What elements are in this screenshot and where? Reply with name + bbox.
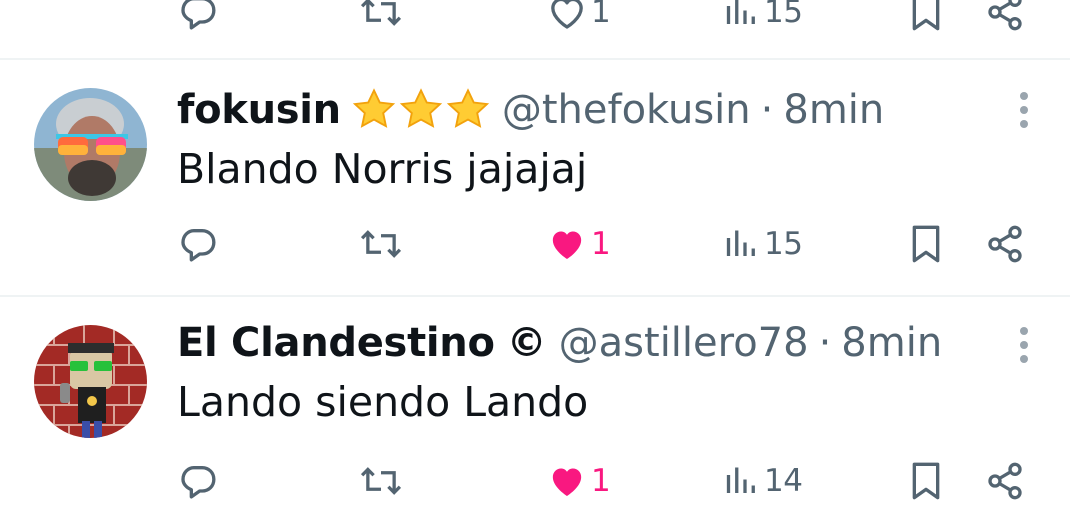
bookmark-icon — [912, 0, 940, 31]
tweet[interactable]: fokusin @thefokusin · 8min Blando Norris… — [0, 60, 1070, 296]
views-icon — [726, 467, 755, 493]
heart-filled-icon — [552, 231, 582, 259]
tweet[interactable]: El Clandestino © @astillero78 · 8min Lan… — [0, 297, 1070, 511]
tweet-header: fokusin @thefokusin · 8min — [177, 80, 884, 140]
like-count: 1 — [591, 225, 611, 262]
retweet-button[interactable] — [358, 451, 404, 511]
avatar-image — [34, 325, 147, 438]
share-button[interactable] — [985, 214, 1025, 274]
timestamp[interactable]: 8min — [783, 87, 884, 133]
bookmark-button[interactable] — [908, 451, 944, 511]
reply-button[interactable] — [178, 214, 218, 274]
bookmark-button[interactable] — [908, 214, 944, 274]
reply-button[interactable] — [178, 0, 218, 42]
views-button[interactable]: 15 — [724, 214, 803, 274]
retweet-icon — [360, 0, 402, 26]
tweet-text: Blando Norris jajajaj — [177, 145, 588, 193]
share-button[interactable] — [985, 0, 1025, 42]
reply-icon — [181, 466, 216, 499]
views-button[interactable]: 14 — [724, 451, 803, 511]
user-handle[interactable]: @astillero78 — [559, 320, 809, 366]
name-suffix: © — [506, 320, 547, 366]
more-vertical-icon — [1020, 92, 1028, 100]
view-count: 15 — [764, 225, 803, 262]
display-name[interactable]: El Clandestino — [177, 320, 495, 366]
retweet-button[interactable] — [358, 0, 404, 42]
more-dot — [1020, 106, 1028, 114]
views-button[interactable]: 15 — [724, 0, 803, 42]
tweet-actions: 1 15 — [0, 214, 1070, 274]
retweet-icon — [360, 230, 402, 258]
more-vertical-icon — [1020, 327, 1028, 335]
reply-icon — [181, 229, 216, 262]
tweet-text: Lando siendo Lando — [177, 378, 589, 426]
like-button[interactable]: 1 — [547, 214, 611, 274]
name-badges — [351, 87, 492, 133]
user-handle[interactable]: @thefokusin — [502, 87, 751, 133]
star-emoji-icon — [352, 88, 396, 128]
view-count: 14 — [764, 462, 803, 499]
heart-icon — [551, 0, 583, 29]
like-count: 1 — [591, 462, 611, 499]
meta-separator: · — [760, 87, 774, 133]
bookmark-icon — [912, 462, 940, 500]
avatar-image — [34, 88, 147, 201]
tweet-actions: 1 14 — [0, 451, 1070, 511]
reply-button[interactable] — [178, 451, 218, 511]
star-emoji-icon — [446, 88, 490, 128]
view-count: 15 — [764, 0, 803, 30]
reply-icon — [181, 0, 216, 30]
display-name[interactable]: fokusin — [177, 87, 341, 133]
more-options-button[interactable] — [1010, 80, 1038, 140]
more-dot — [1020, 355, 1028, 363]
tweet-header: El Clandestino © @astillero78 · 8min — [177, 313, 942, 373]
retweet-button[interactable] — [358, 214, 404, 274]
share-button[interactable] — [985, 451, 1025, 511]
bookmark-icon — [912, 225, 940, 263]
more-dot — [1020, 120, 1028, 128]
heart-filled-icon — [552, 468, 582, 496]
avatar[interactable] — [34, 88, 147, 201]
timestamp[interactable]: 8min — [841, 320, 942, 366]
views-icon — [726, 230, 755, 256]
previous-tweet-actions: 1 15 — [0, 0, 1070, 42]
views-icon — [726, 0, 755, 24]
share-icon — [988, 0, 1022, 31]
like-count: 1 — [591, 0, 611, 30]
meta-separator: · — [818, 320, 832, 366]
share-icon — [988, 462, 1022, 500]
avatar[interactable] — [34, 325, 147, 438]
star-emoji-icon — [399, 88, 443, 128]
like-button[interactable]: 1 — [547, 0, 611, 42]
more-dot — [1020, 341, 1028, 349]
like-button[interactable]: 1 — [547, 451, 611, 511]
bookmark-button[interactable] — [908, 0, 944, 42]
more-options-button[interactable] — [1010, 315, 1038, 375]
retweet-icon — [360, 467, 402, 495]
share-icon — [988, 225, 1022, 263]
